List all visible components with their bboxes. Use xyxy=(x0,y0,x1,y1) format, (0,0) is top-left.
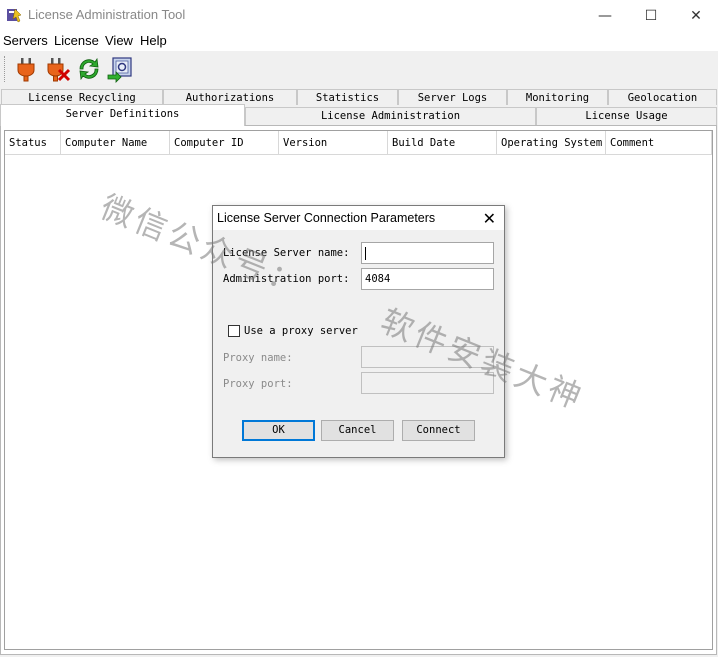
menu-view[interactable]: View xyxy=(105,33,133,48)
dialog-close-icon[interactable]: ✕ xyxy=(483,209,496,228)
tab-license-administration[interactable]: License Administration xyxy=(245,107,536,125)
ok-button[interactable]: OK xyxy=(242,420,315,441)
menu-servers[interactable]: Servers xyxy=(3,33,48,48)
close-window-button[interactable]: ✕ xyxy=(673,0,718,31)
close-icon: ✕ xyxy=(690,7,702,24)
tab-server-logs[interactable]: Server Logs xyxy=(398,89,507,105)
column-header-comment[interactable]: Comment xyxy=(606,131,712,155)
title-bar: License Administration Tool — ☐ ✕ xyxy=(0,0,718,31)
tab-license-recycling[interactable]: License Recycling xyxy=(1,89,163,105)
tab-geolocation[interactable]: Geolocation xyxy=(608,89,717,105)
menu-bar: Servers License View Help xyxy=(0,31,718,51)
admin-port-input[interactable]: 4084 xyxy=(361,268,494,290)
menu-license[interactable]: License xyxy=(54,33,99,48)
maximize-icon: ☐ xyxy=(644,7,658,24)
server-name-input[interactable] xyxy=(361,242,494,264)
window-title: License Administration Tool xyxy=(28,7,186,22)
toolbar xyxy=(0,51,718,87)
column-header-computer-name[interactable]: Computer Name xyxy=(61,131,170,155)
tab-license-usage[interactable]: License Usage xyxy=(536,107,717,125)
proxy-port-label: Proxy port: xyxy=(223,378,293,390)
column-header-version[interactable]: Version xyxy=(279,131,388,155)
refresh-icon[interactable] xyxy=(75,55,103,83)
proxy-name-label: Proxy name: xyxy=(223,352,293,364)
tab-authorizations[interactable]: Authorizations xyxy=(163,89,297,105)
dialog-title-bar: License Server Connection Parameters ✕ xyxy=(213,206,504,230)
text-cursor xyxy=(365,246,366,260)
maximize-button[interactable]: ☐ xyxy=(628,0,674,31)
server-settings-icon[interactable] xyxy=(106,55,134,83)
column-header-computer-id[interactable]: Computer ID xyxy=(170,131,279,155)
disconnect-plug-icon[interactable] xyxy=(44,55,72,83)
proxy-checkbox[interactable] xyxy=(228,325,240,337)
column-header-status[interactable]: Status xyxy=(5,131,61,155)
column-header-build-date[interactable]: Build Date xyxy=(388,131,497,155)
menu-help[interactable]: Help xyxy=(140,33,167,48)
connect-button[interactable]: Connect xyxy=(402,420,475,441)
app-logo-icon xyxy=(7,8,22,23)
column-header-operating-system[interactable]: Operating System xyxy=(497,131,606,155)
proxy-checkbox-label[interactable]: Use a proxy server xyxy=(244,325,358,337)
tab-monitoring[interactable]: Monitoring xyxy=(507,89,608,105)
cancel-button[interactable]: Cancel xyxy=(321,420,394,441)
dialog-title: License Server Connection Parameters xyxy=(217,211,436,225)
tab-server-definitions[interactable]: Server Definitions xyxy=(0,104,245,126)
minimize-icon: — xyxy=(598,7,612,24)
tab-statistics[interactable]: Statistics xyxy=(297,89,398,105)
minimize-button[interactable]: — xyxy=(582,0,628,31)
connect-plug-icon[interactable] xyxy=(12,55,40,83)
toolbar-grip[interactable] xyxy=(4,56,7,82)
